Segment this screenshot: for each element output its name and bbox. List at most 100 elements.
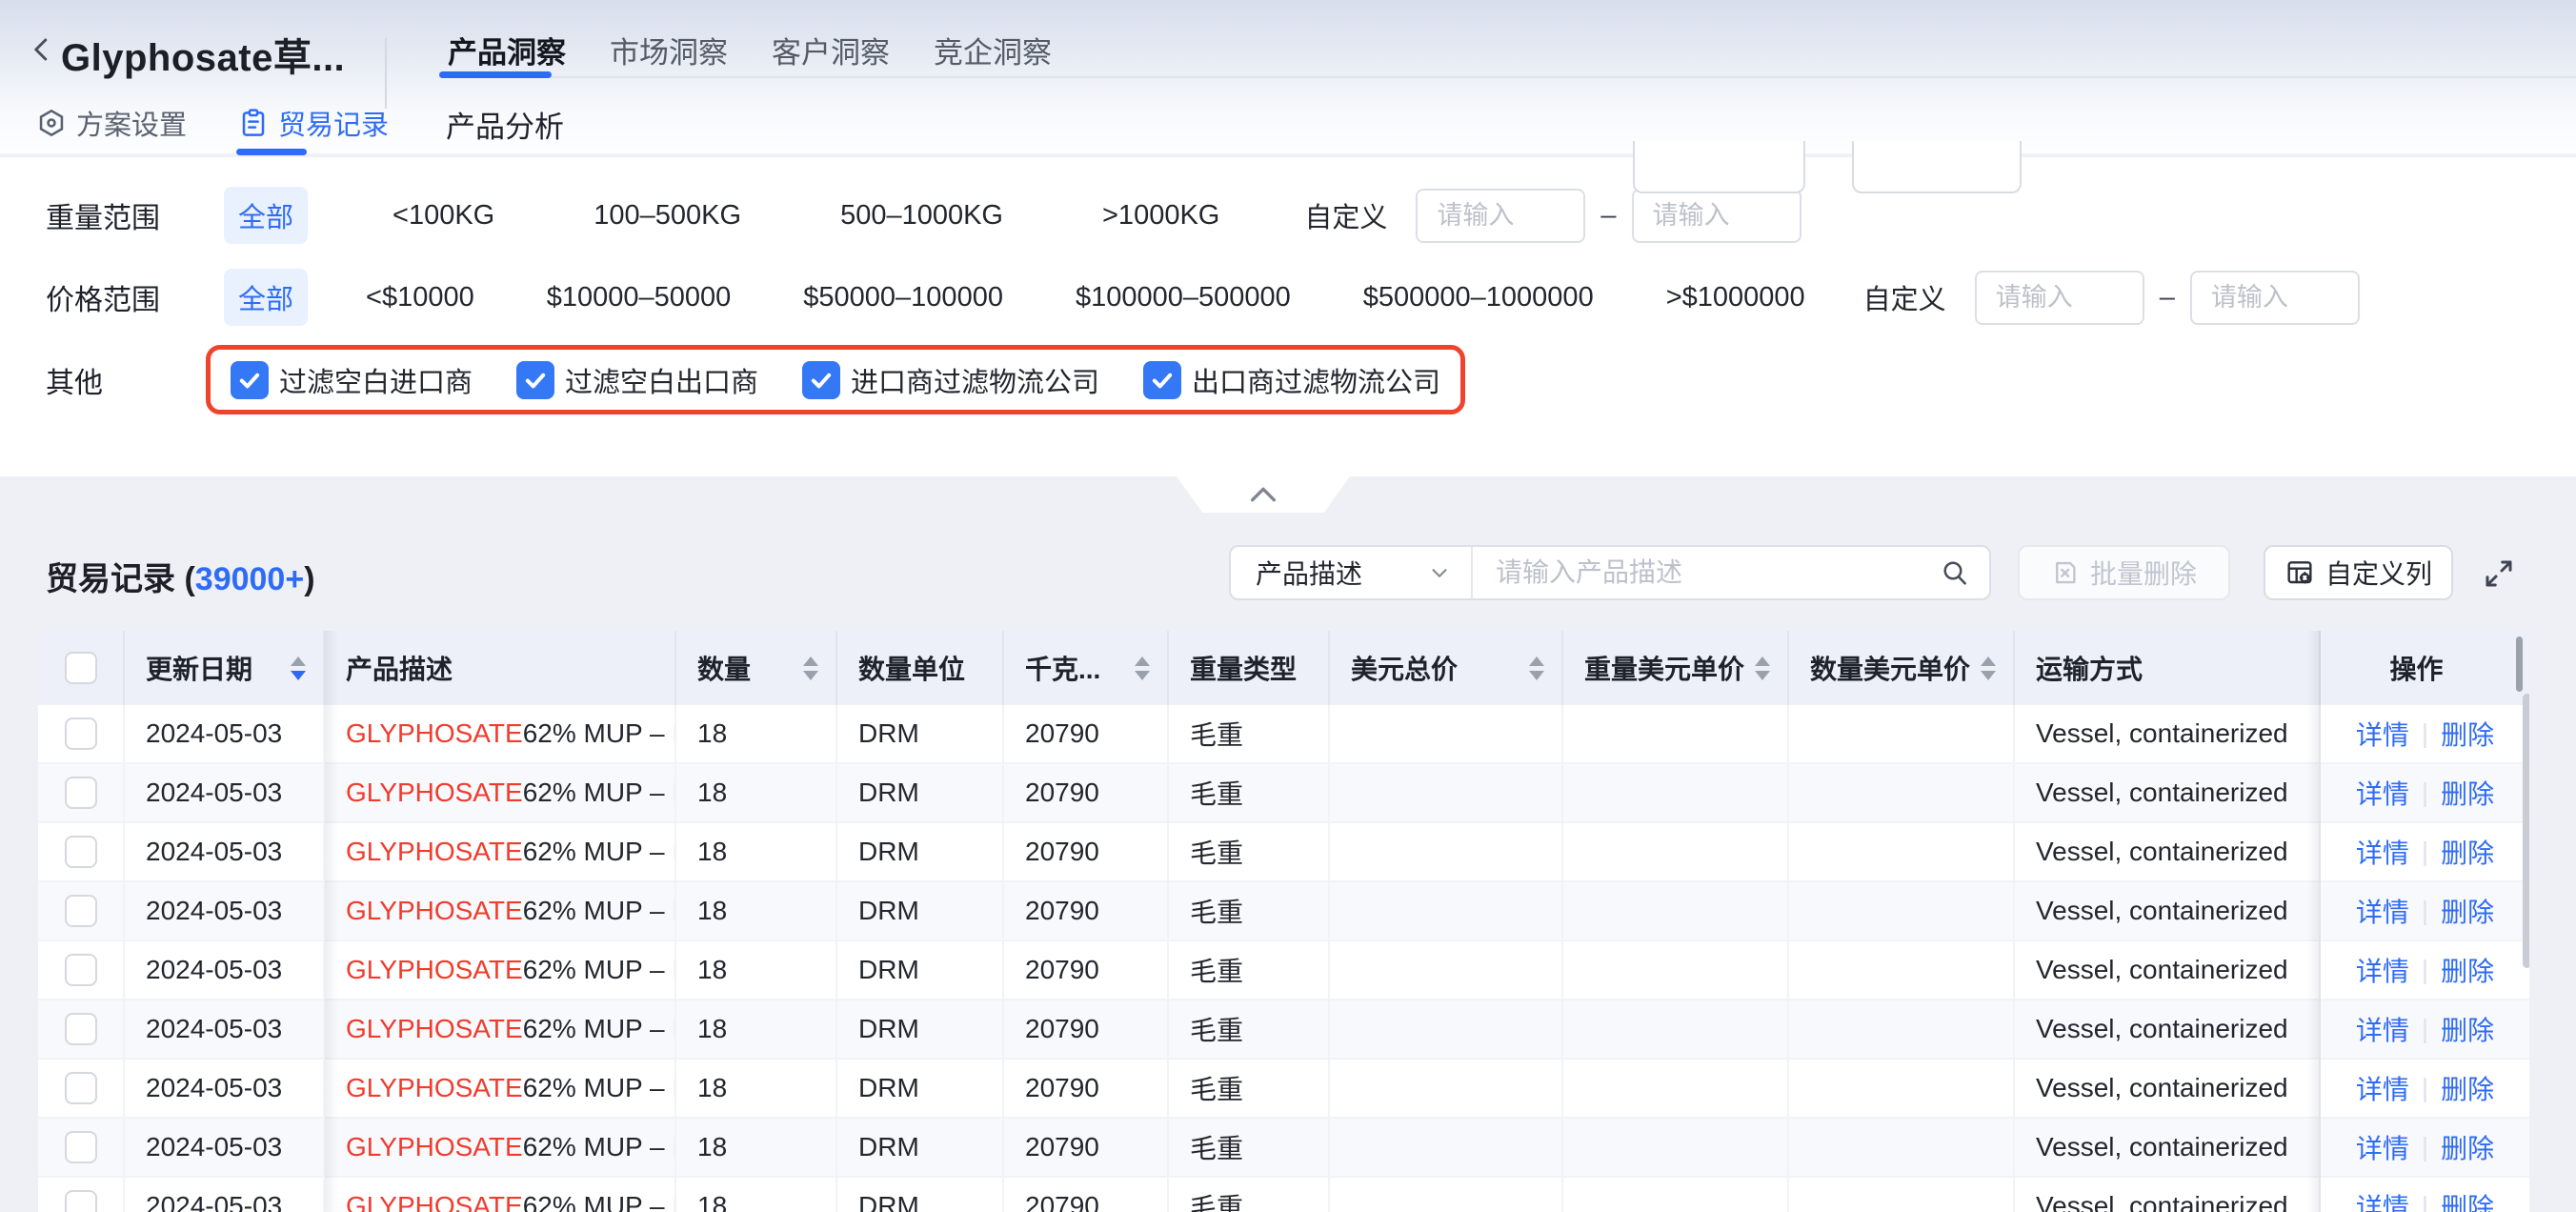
weight-option[interactable]: <100KG xyxy=(378,192,509,240)
scrollbar-thumb[interactable] xyxy=(2523,694,2529,968)
row-checkbox[interactable] xyxy=(65,717,97,750)
row-checkbox[interactable] xyxy=(65,1013,97,1045)
cell-product-description: GLYPHOSATE 62% MUP – I... xyxy=(325,1000,676,1058)
column-header[interactable]: 产品描述 xyxy=(325,631,676,705)
column-header[interactable]: 操作 xyxy=(2321,631,2529,705)
sort-desc-caret xyxy=(1981,671,1996,680)
filter-checkbox-item[interactable]: 出口商过滤物流公司 xyxy=(1143,360,1440,400)
weight-option[interactable]: 全部 xyxy=(224,187,308,244)
search-input[interactable] xyxy=(1473,557,1940,588)
subnav-item-plan-settings[interactable]: 方案设置 xyxy=(36,103,187,143)
delete-link[interactable]: 删除 xyxy=(2441,1128,2494,1166)
subtab-product-analysis[interactable]: 产品分析 xyxy=(446,103,564,146)
cell-total-usd xyxy=(1330,1119,1563,1176)
row-checkbox[interactable] xyxy=(65,1072,97,1104)
price-option[interactable]: $100000–500000 xyxy=(1061,273,1305,322)
price-option[interactable]: $50000–100000 xyxy=(789,273,1017,322)
detail-link[interactable]: 详情 xyxy=(2356,1069,2409,1107)
row-checkbox[interactable] xyxy=(65,836,97,868)
column-header[interactable]: 更新日期 xyxy=(125,631,325,705)
price-option[interactable]: <$10000 xyxy=(352,273,489,322)
delete-link[interactable]: 删除 xyxy=(2441,951,2494,989)
action-separator: | xyxy=(2422,718,2428,749)
column-header[interactable]: 数量单位 xyxy=(837,631,1004,705)
filter-checkbox-item[interactable]: 进口商过滤物流公司 xyxy=(802,360,1099,400)
sort-icon[interactable] xyxy=(1529,656,1544,680)
weight-option[interactable]: 100–500KG xyxy=(579,192,755,240)
checkbox-checked-icon[interactable] xyxy=(231,361,269,399)
row-checkbox[interactable] xyxy=(65,895,97,927)
filter-panel: 重量范围 全部 <100KG 100–500KG 500–1000KG >100… xyxy=(0,157,2576,476)
sort-icon[interactable] xyxy=(803,656,818,680)
weight-min-input[interactable] xyxy=(1416,189,1585,243)
delete-link[interactable]: 删除 xyxy=(2441,774,2494,812)
column-header[interactable]: 美元总价 xyxy=(1330,631,1563,705)
price-option[interactable]: 全部 xyxy=(224,269,308,326)
row-checkbox[interactable] xyxy=(65,1131,97,1163)
price-option[interactable]: $500000–1000000 xyxy=(1349,273,1608,322)
cell-quantity-unit: DRM xyxy=(837,941,1004,999)
price-range-label: 价格范围 xyxy=(46,276,224,318)
detail-link[interactable]: 详情 xyxy=(2356,1010,2409,1048)
collapse-filters-handle[interactable] xyxy=(1177,476,1350,513)
sort-icon[interactable] xyxy=(1981,656,1996,680)
sort-icon[interactable] xyxy=(1755,656,1770,680)
filter-checkbox-item[interactable]: 过滤空白进口商 xyxy=(231,360,473,400)
row-checkbox[interactable] xyxy=(65,777,97,809)
weight-option[interactable]: >1000KG xyxy=(1088,192,1234,240)
price-option[interactable]: $10000–50000 xyxy=(533,273,746,322)
delete-link[interactable]: 删除 xyxy=(2441,1187,2494,1212)
row-checkbox[interactable] xyxy=(65,1190,97,1212)
cell-update-date: 2024-05-03 xyxy=(125,764,325,821)
back-button[interactable] xyxy=(25,32,59,67)
column-header[interactable]: 数量 xyxy=(676,631,837,705)
select-all-checkbox[interactable] xyxy=(65,652,97,684)
filter-checkbox-item[interactable]: 过滤空白出口商 xyxy=(516,360,758,400)
scrollbar-thumb-dark[interactable] xyxy=(2516,636,2523,692)
main-tab[interactable]: 客户洞察 xyxy=(770,25,892,75)
main-tab[interactable]: 市场洞察 xyxy=(608,25,730,75)
sort-icon[interactable] xyxy=(291,656,306,680)
weight-option[interactable]: 500–1000KG xyxy=(826,192,1017,240)
weight-max-input[interactable] xyxy=(1632,189,1801,243)
detail-link[interactable]: 详情 xyxy=(2356,951,2409,989)
main-tab[interactable]: 产品洞察 xyxy=(446,25,568,75)
fullscreen-expand-button[interactable] xyxy=(2481,556,2517,592)
batch-delete-button[interactable]: 批量删除 xyxy=(2018,545,2230,600)
column-header-label: 运输方式 xyxy=(2036,649,2143,687)
delete-link[interactable]: 删除 xyxy=(2441,715,2494,753)
column-header[interactable]: 运输方式 xyxy=(2015,631,2321,705)
price-option[interactable]: >$1000000 xyxy=(1652,273,1820,322)
cell-actions: 详情 | 删除 xyxy=(2321,882,2529,939)
table-row: 2024-05-03 GLYPHOSATE 62% MUP – I... 18 … xyxy=(38,1000,2529,1060)
column-header[interactable]: 重量美元单价 xyxy=(1563,631,1789,705)
detail-link[interactable]: 详情 xyxy=(2356,715,2409,753)
column-header[interactable]: 重量类型 xyxy=(1169,631,1330,705)
delete-link[interactable]: 删除 xyxy=(2441,892,2494,930)
search-field-select[interactable]: 产品描述 xyxy=(1231,547,1473,598)
row-checkbox[interactable] xyxy=(65,954,97,986)
price-max-input[interactable] xyxy=(2190,271,2360,325)
detail-link[interactable]: 详情 xyxy=(2356,892,2409,930)
checkbox-checked-icon[interactable] xyxy=(1143,361,1181,399)
main-tab[interactable]: 竞企洞察 xyxy=(932,25,1054,75)
detail-link[interactable]: 详情 xyxy=(2356,1128,2409,1166)
search-button[interactable] xyxy=(1940,557,1989,588)
detail-link[interactable]: 详情 xyxy=(2356,833,2409,871)
detail-link[interactable]: 详情 xyxy=(2356,1187,2409,1212)
detail-link[interactable]: 详情 xyxy=(2356,774,2409,812)
checkbox-checked-icon[interactable] xyxy=(802,361,840,399)
subnav-item-trade-records[interactable]: 贸易记录 xyxy=(238,103,389,143)
sort-icon[interactable] xyxy=(1135,656,1150,680)
delete-link[interactable]: 删除 xyxy=(2441,833,2494,871)
cell-quantity-unit: DRM xyxy=(837,1060,1004,1117)
sort-asc-caret xyxy=(1135,656,1150,666)
delete-link[interactable]: 删除 xyxy=(2441,1069,2494,1107)
column-header[interactable]: 千克... xyxy=(1004,631,1169,705)
price-min-input[interactable] xyxy=(1975,271,2144,325)
checkbox-checked-icon[interactable] xyxy=(516,361,554,399)
custom-columns-button[interactable]: 自定义列 xyxy=(2264,545,2453,600)
delete-link[interactable]: 删除 xyxy=(2441,1010,2494,1048)
column-header[interactable]: 数量美元单价 xyxy=(1789,631,2015,705)
table-row: 2024-05-03 GLYPHOSATE 62% MUP – I... 18 … xyxy=(38,941,2529,1000)
